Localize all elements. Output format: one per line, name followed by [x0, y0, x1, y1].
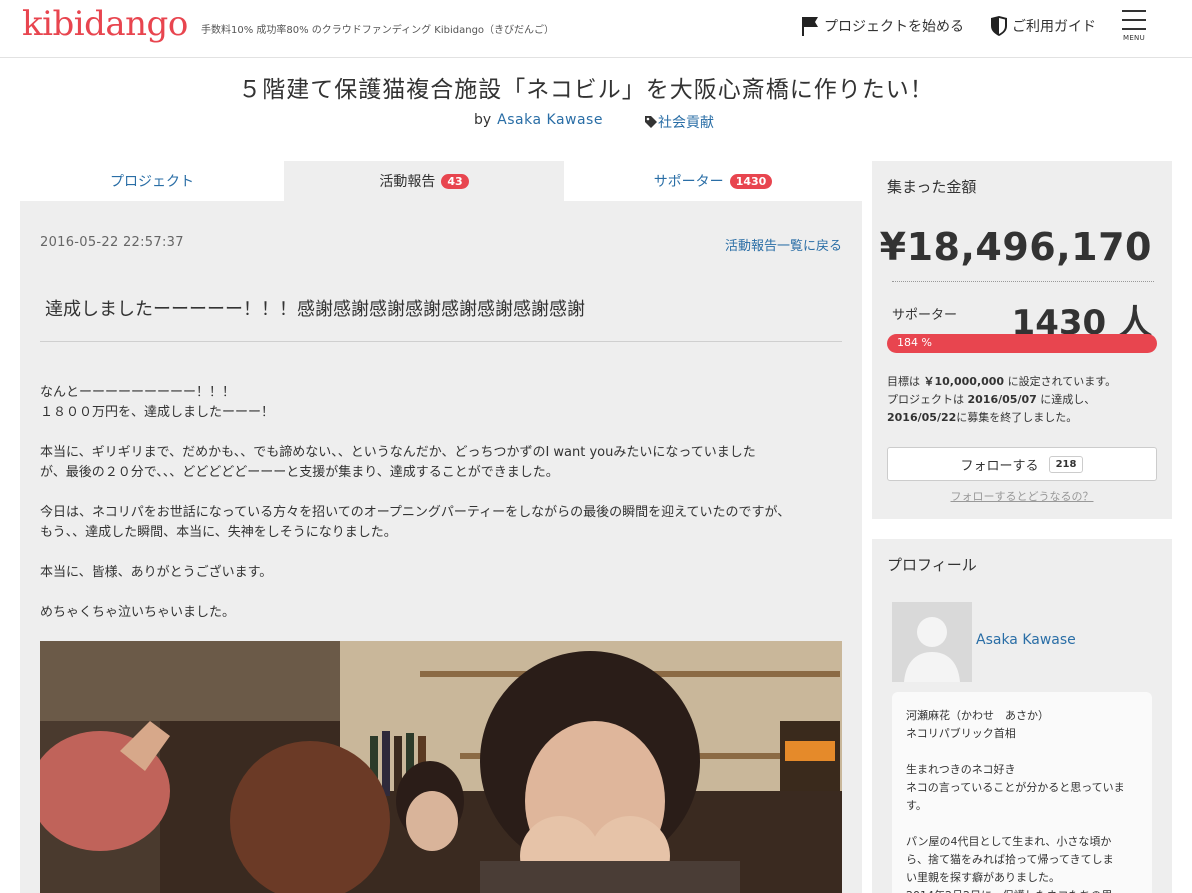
- funding-heading: 集まった金額: [887, 178, 977, 196]
- funding-amount: ¥18,496,170: [879, 225, 1152, 269]
- by-label: by: [474, 112, 492, 128]
- profile-bio: 河瀬麻花（かわせ あさか） ネコリパブリック首相 生まれつきのネコ好き ネコの言…: [892, 692, 1152, 893]
- funding-percent: 184 %: [897, 336, 932, 349]
- post-body: なんとーーーーーーーーー！！！ １８００万円を、達成しましたーーー！ 本当に、ギ…: [40, 383, 840, 643]
- category-link[interactable]: 社会貢献: [644, 112, 714, 132]
- post-paragraph: 今日は、ネコリパをお世話になっている方々を招いてのオープニングパーティーをしなが…: [40, 505, 791, 540]
- hamburger-bar: [1122, 28, 1146, 30]
- activity-report-panel: 2016-05-22 22:57:37 活動報告一覧に戻る 達成しましたーーーー…: [20, 201, 862, 893]
- follow-label: フォローする: [960, 458, 1039, 474]
- tab-activity-report-label: 活動報告: [379, 174, 436, 190]
- avatar[interactable]: [892, 602, 972, 682]
- flag-icon: [802, 17, 818, 36]
- tab-supporters-label: サポーター: [653, 174, 724, 190]
- hamburger-icon: [1122, 10, 1146, 12]
- menu-label: MENU: [1122, 34, 1146, 42]
- menu-button[interactable]: MENU: [1121, 8, 1147, 42]
- project-title: ５階建て保護猫複合施設「ネコビル」を大阪心斎橋に作りたい！: [238, 77, 934, 103]
- bio-paragraph: 生まれつきのネコ好き ネコの言っていることが分かると思っていま す。: [906, 763, 1125, 812]
- goal-amount: ￥10,000,000: [923, 375, 1005, 388]
- post-photo: [40, 641, 842, 893]
- post-title: 達成しましたーーーーー！！！感謝感謝感謝感謝感謝感謝感謝感謝: [45, 299, 585, 320]
- goal-suffix: に設定されています。: [1004, 375, 1117, 388]
- project-tabs: プロジェクト 活動報告 43 サポーター 1430: [20, 161, 862, 201]
- post-paragraph: なんとーーーーーーーーー！！！ １８００万円を、達成しましたーーー！: [40, 385, 275, 420]
- goal-description: 目標は ￥10,000,000 に設定されています。 プロジェクトは 2016/…: [887, 373, 1162, 427]
- project-byline: by Asaka Kawase: [474, 112, 603, 128]
- funding-progress-bar: 184 %: [887, 334, 1157, 353]
- tab-supporters[interactable]: サポーター 1430: [564, 161, 862, 201]
- category-label: 社会貢献: [658, 115, 714, 131]
- end-suffix: に募集を終了しました。: [956, 411, 1078, 424]
- profile-heading: プロフィール: [887, 556, 977, 574]
- tag-icon: [645, 116, 657, 128]
- achieved-date: 2016/05/07: [967, 393, 1037, 406]
- goal-prefix: 目標は: [887, 375, 924, 388]
- hamburger-bar: [1122, 19, 1146, 21]
- achieved-suffix: に達成し、: [1036, 393, 1096, 406]
- profile-box: プロフィール Asaka Kawase 河瀬麻花（かわせ あさか） ネコリパブリ…: [872, 539, 1172, 893]
- follow-count: 218: [1048, 455, 1084, 473]
- back-to-reports-link[interactable]: 活動報告一覧に戻る: [725, 235, 842, 254]
- guide-label: ご利用ガイド: [1012, 19, 1096, 35]
- bio-paragraph: パン屋の4代目として生まれ、小さな頃か ら、捨て猫をみれば拾って帰ってきてしま …: [906, 835, 1114, 893]
- follow-help-link[interactable]: フォローするとどうなるの？: [872, 488, 1172, 504]
- post-date: 2016-05-22 22:57:37: [40, 235, 184, 250]
- funding-box: 集まった金額 ¥18,496,170 サポーター 1430 人 184 % 目標…: [872, 161, 1172, 519]
- supporters-count-badge: 1430: [729, 173, 773, 189]
- post-paragraph: 本当に、皆様、ありがとうございます。: [40, 565, 273, 580]
- site-header: kibidango 手数料10% 成功率80% のクラウドファンディング Kib…: [0, 0, 1192, 58]
- guide-link[interactable]: ご利用ガイド: [990, 15, 1096, 37]
- shield-icon: [991, 16, 1007, 36]
- site-tagline: 手数料10% 成功率80% のクラウドファンディング Kibidango（きびだ…: [201, 25, 555, 36]
- end-date: 2016/05/22: [887, 411, 957, 424]
- tab-project[interactable]: プロジェクト: [20, 161, 284, 201]
- divider: [892, 281, 1154, 282]
- profile-name-link[interactable]: Asaka Kawase: [976, 632, 1076, 648]
- celebration-photo: [40, 641, 842, 893]
- post-paragraph: 本当に、ギリギリまで、だめかも、、でも諦めない、、というなんだか、どっちつかずの…: [40, 445, 756, 480]
- default-avatar-icon: [892, 602, 972, 682]
- start-project-link[interactable]: プロジェクトを始める: [800, 15, 964, 37]
- divider: [40, 341, 842, 342]
- follow-button[interactable]: フォローする 218: [887, 447, 1157, 481]
- achieved-prefix: プロジェクトは: [887, 393, 968, 406]
- start-project-label: プロジェクトを始める: [824, 19, 964, 35]
- author-link[interactable]: Asaka Kawase: [497, 112, 603, 128]
- site-logo[interactable]: kibidango: [22, 4, 188, 44]
- tab-project-label: プロジェクト: [110, 174, 194, 190]
- tab-activity-report[interactable]: 活動報告 43: [284, 161, 564, 201]
- post-paragraph: めちゃくちゃ泣いちゃいました。: [40, 605, 236, 620]
- bio-paragraph: 河瀬麻花（かわせ あさか） ネコリパブリック首相: [906, 709, 1049, 740]
- supporters-label: サポーター: [892, 308, 958, 323]
- activity-count-badge: 43: [441, 173, 469, 189]
